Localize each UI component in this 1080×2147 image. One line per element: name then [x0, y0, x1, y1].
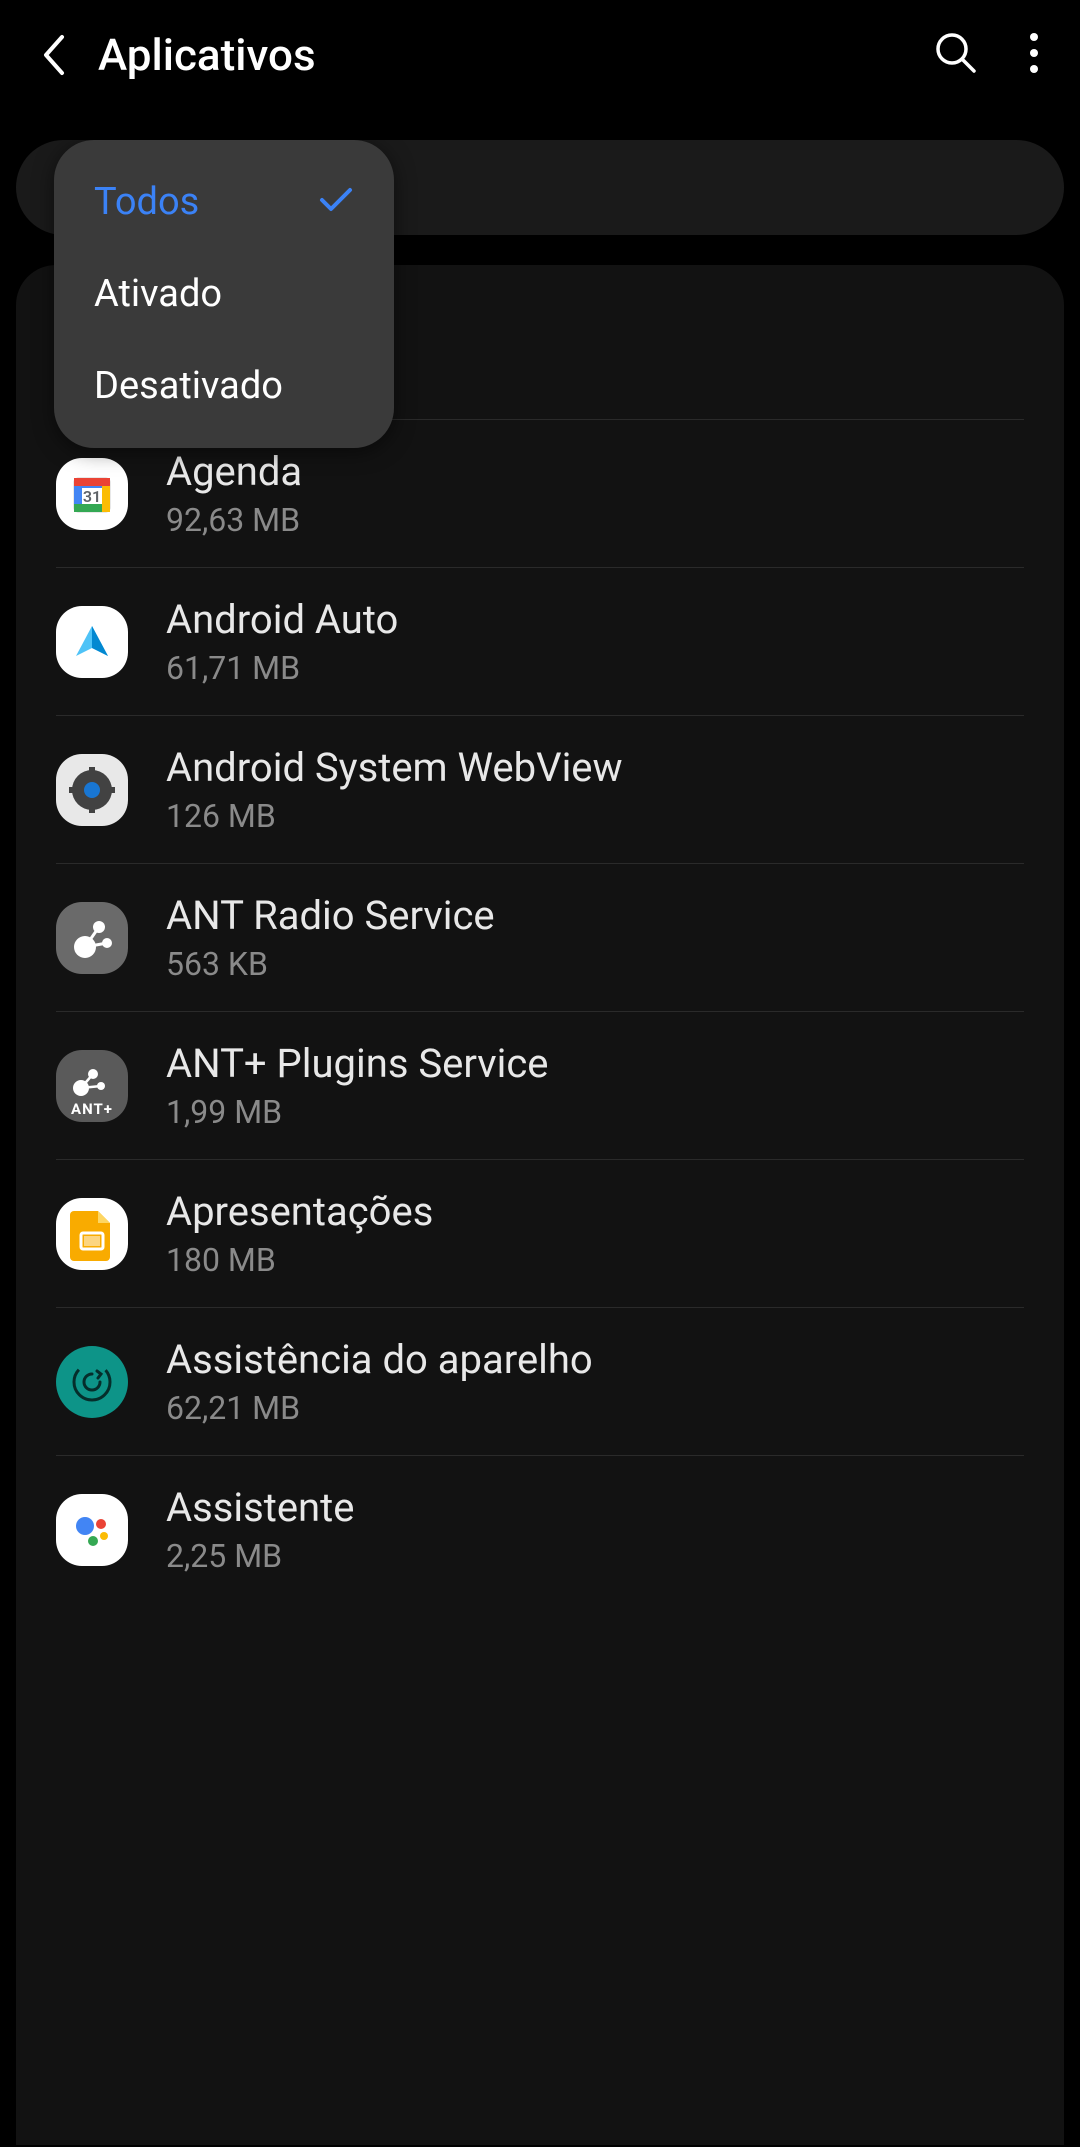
app-info: ANT Radio Service 563 KB [166, 892, 1024, 983]
app-size: 180 MB [166, 1241, 1024, 1279]
gear-icon [56, 754, 128, 826]
ant-plus-icon: ANT+ [56, 1050, 128, 1122]
app-name: Agenda [166, 448, 1024, 495]
device-assist-icon [56, 1346, 128, 1418]
content-panel: do Android 31 Agenda 92,63 MB [16, 265, 1064, 2145]
chevron-left-icon [40, 33, 68, 77]
dropdown-label: Desativado [94, 364, 283, 408]
svg-text:31: 31 [83, 487, 101, 506]
app-name: Assistência do aparelho [166, 1336, 1024, 1383]
dropdown-label: Todos [94, 180, 199, 224]
app-name: Android System WebView [166, 744, 1024, 791]
app-size: 61,71 MB [166, 649, 1024, 687]
app-row-webview[interactable]: Android System WebView 126 MB [56, 715, 1024, 863]
app-bar: Aplicativos [0, 0, 1080, 120]
app-name: ANT Radio Service [166, 892, 1024, 939]
app-name: ANT+ Plugins Service [166, 1040, 1024, 1087]
app-size: 1,99 MB [166, 1093, 1024, 1131]
app-size: 563 KB [166, 945, 1024, 983]
app-size: 92,63 MB [166, 501, 1024, 539]
calendar-icon: 31 [56, 458, 128, 530]
header-actions [934, 31, 1040, 79]
dropdown-item-all[interactable]: Todos [54, 156, 394, 248]
app-size: 126 MB [166, 797, 1024, 835]
search-icon [934, 31, 978, 75]
dropdown-label: Ativado [94, 272, 222, 316]
app-name: Android Auto [166, 596, 1024, 643]
app-row-slides[interactable]: Apresentações 180 MB [56, 1159, 1024, 1307]
more-button[interactable] [1028, 31, 1040, 79]
app-size: 62,21 MB [166, 1389, 1024, 1427]
assistant-icon [56, 1494, 128, 1566]
check-icon [318, 180, 354, 224]
app-row-device-assist[interactable]: Assistência do aparelho 62,21 MB [56, 1307, 1024, 1455]
dropdown-item-enabled[interactable]: Ativado [54, 248, 394, 340]
app-list: 31 Agenda 92,63 MB Android Auto 61,71 MB [16, 419, 1064, 1603]
page-title: Aplicativos [98, 29, 934, 81]
filter-dropdown: Todos Ativado Desativado [54, 140, 394, 448]
app-info: Android Auto 61,71 MB [166, 596, 1024, 687]
app-name: Assistente [166, 1484, 1024, 1531]
app-info: Android System WebView 126 MB [166, 744, 1024, 835]
dropdown-item-disabled[interactable]: Desativado [54, 340, 394, 432]
app-info: Agenda 92,63 MB [166, 448, 1024, 539]
app-row-android-auto[interactable]: Android Auto 61,71 MB [56, 567, 1024, 715]
app-size: 2,25 MB [166, 1537, 1024, 1575]
app-info: Apresentações 180 MB [166, 1188, 1024, 1279]
back-button[interactable] [40, 33, 68, 77]
app-info: Assistência do aparelho 62,21 MB [166, 1336, 1024, 1427]
app-info: Assistente 2,25 MB [166, 1484, 1024, 1575]
app-row-ant-plus[interactable]: ANT+ ANT+ Plugins Service 1,99 MB [56, 1011, 1024, 1159]
app-row-ant-radio[interactable]: ANT Radio Service 563 KB [56, 863, 1024, 1011]
app-name: Apresentações [166, 1188, 1024, 1235]
slides-icon [56, 1198, 128, 1270]
search-button[interactable] [934, 31, 978, 79]
app-row-assistant[interactable]: Assistente 2,25 MB [56, 1455, 1024, 1603]
ant-icon [56, 902, 128, 974]
android-auto-icon [56, 606, 128, 678]
app-info: ANT+ Plugins Service 1,99 MB [166, 1040, 1024, 1131]
more-vert-icon [1028, 31, 1040, 75]
